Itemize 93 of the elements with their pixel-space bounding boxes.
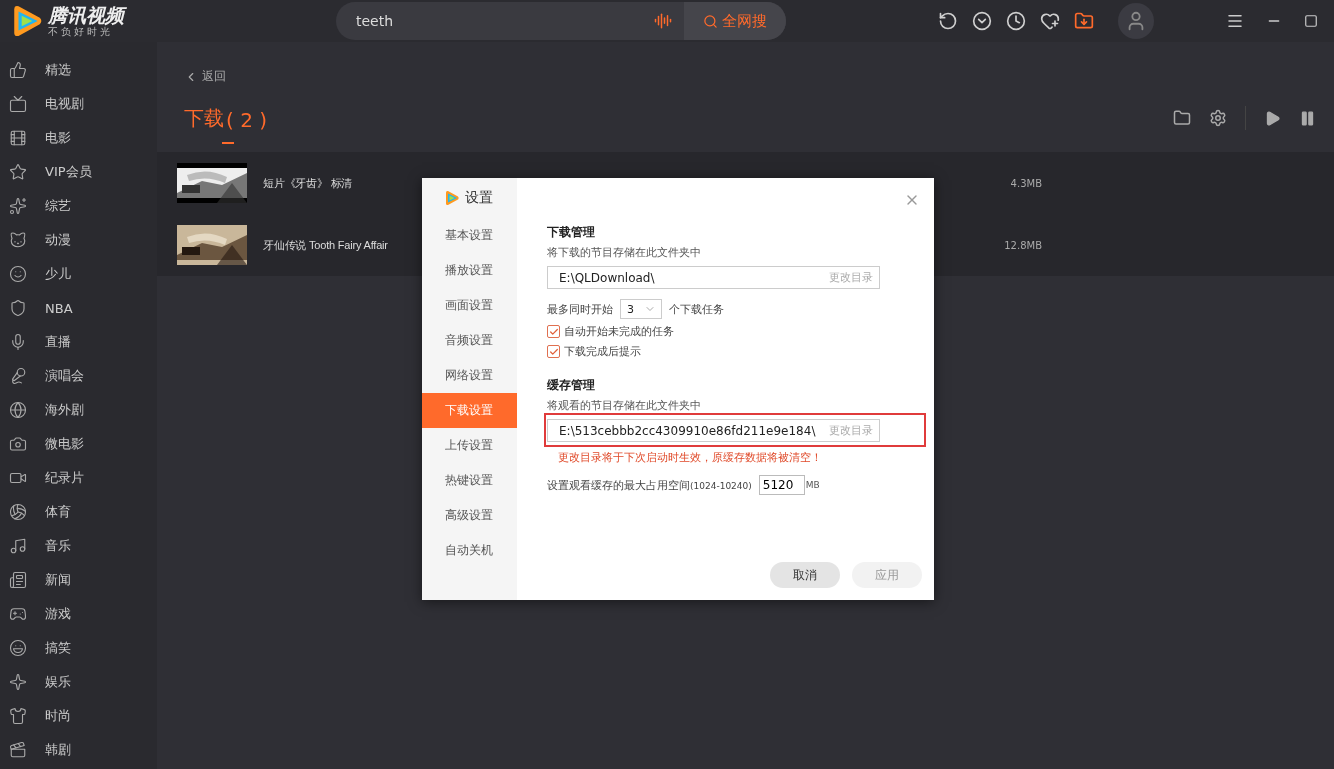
newspaper-icon bbox=[9, 571, 27, 589]
field-label: 设置观看缓存的最大占用空间(1024-10240) bbox=[547, 477, 752, 493]
settings-tab[interactable]: 自动关机 bbox=[422, 533, 517, 568]
thumbs-up-icon bbox=[9, 61, 27, 79]
download-title: 短片《牙齿》 标清 bbox=[263, 175, 353, 191]
sidebar-item[interactable]: 动漫 bbox=[0, 223, 157, 257]
folder-download-icon[interactable] bbox=[1074, 11, 1094, 31]
settings-tab[interactable]: 网络设置 bbox=[422, 358, 517, 393]
sidebar-item[interactable]: 电影 bbox=[0, 121, 157, 155]
download-count: ( 2 ) bbox=[226, 107, 268, 132]
field-label: 最多同时开始 bbox=[547, 301, 613, 317]
chevron-circle-icon[interactable] bbox=[972, 11, 992, 31]
section-heading: 下载管理 bbox=[547, 224, 596, 241]
settings-tab[interactable]: 高级设置 bbox=[422, 498, 517, 533]
unit-label: MB bbox=[805, 480, 820, 490]
section-description: 将观看的节目存储在此文件夹中 bbox=[547, 398, 702, 413]
refresh-icon[interactable] bbox=[938, 11, 958, 31]
avatar[interactable] bbox=[1118, 3, 1154, 39]
gamepad-icon bbox=[9, 605, 27, 623]
path-field[interactable]: E:\513cebbb2cc4309910e86fd211e9e184\ 更改目录 bbox=[547, 419, 880, 442]
music-note-icon bbox=[9, 537, 27, 555]
back-link[interactable]: 返回 bbox=[184, 68, 226, 85]
folder-icon[interactable] bbox=[1173, 109, 1191, 127]
shirt-icon bbox=[9, 707, 27, 725]
sidebar-item[interactable]: 少儿 bbox=[0, 257, 157, 291]
sidebar-item[interactable]: 电视剧 bbox=[0, 87, 157, 121]
file-size: 4.3MB bbox=[1010, 177, 1042, 189]
path-field[interactable]: E:\QLDownload\ 更改目录 bbox=[547, 266, 880, 289]
checkbox[interactable] bbox=[547, 345, 560, 358]
sparkle-icon bbox=[9, 673, 27, 691]
film-icon bbox=[9, 129, 27, 147]
settings-tab[interactable]: 音频设置 bbox=[422, 323, 517, 358]
sound-bars-icon[interactable] bbox=[654, 12, 672, 30]
settings-tab[interactable]: 播放设置 bbox=[422, 253, 517, 288]
cat-face-icon bbox=[9, 231, 27, 249]
maximize-icon[interactable] bbox=[1304, 14, 1318, 28]
star-icon bbox=[9, 163, 27, 181]
laughing-face-icon bbox=[9, 639, 27, 657]
tv-icon bbox=[9, 95, 27, 113]
sidebar-item[interactable]: NBA bbox=[0, 291, 157, 325]
clock-icon[interactable] bbox=[1006, 11, 1026, 31]
sidebar-item[interactable]: 时尚 bbox=[0, 699, 157, 733]
sidebar-item[interactable]: 直播 bbox=[0, 325, 157, 359]
sidebar-item[interactable]: 体育 bbox=[0, 495, 157, 529]
sidebar-item[interactable]: 微电影 bbox=[0, 427, 157, 461]
dialog-title: 设置 bbox=[465, 189, 493, 207]
play-icon[interactable] bbox=[1264, 109, 1281, 127]
sidebar-item[interactable]: 游戏 bbox=[0, 597, 157, 631]
app-slogan: 不负好时光 bbox=[48, 26, 113, 38]
globe-icon bbox=[9, 401, 27, 419]
sidebar-item[interactable]: 演唱会 bbox=[0, 359, 157, 393]
file-size: 12.8MB bbox=[1004, 239, 1042, 251]
section-description: 将下载的节目存储在此文件夹中 bbox=[547, 245, 702, 260]
sidebar-item[interactable]: 音乐 bbox=[0, 529, 157, 563]
checkbox[interactable] bbox=[547, 325, 560, 338]
search-icon bbox=[703, 13, 718, 29]
sidebar-item[interactable]: 纪录片 bbox=[0, 461, 157, 495]
camera-icon bbox=[9, 435, 27, 453]
sidebar-item[interactable]: 搞笑 bbox=[0, 631, 157, 665]
settings-tab[interactable]: 上传设置 bbox=[422, 428, 517, 463]
sidebar-item[interactable]: 新闻 bbox=[0, 563, 157, 597]
sparkles-icon bbox=[9, 197, 27, 215]
dialog-button[interactable]: 取消 bbox=[770, 562, 840, 588]
heart-plus-icon[interactable] bbox=[1040, 11, 1060, 31]
menu-icon[interactable] bbox=[1226, 12, 1244, 30]
logo-icon bbox=[444, 190, 460, 206]
checkbox-option[interactable]: 下载完成后提示 bbox=[547, 344, 934, 359]
settings-icon[interactable] bbox=[1209, 109, 1227, 127]
sidebar-item[interactable]: 综艺 bbox=[0, 189, 157, 223]
page-title: 下载 bbox=[184, 104, 224, 132]
microphone-icon bbox=[9, 367, 27, 385]
smile-icon bbox=[9, 265, 27, 283]
cache-size-field[interactable]: 5120 bbox=[758, 475, 805, 495]
ball-icon bbox=[9, 503, 27, 521]
search-field[interactable]: teeth 全网搜 bbox=[336, 2, 786, 40]
field-label: 个下载任务 bbox=[669, 301, 724, 317]
sidebar-item[interactable]: VIP会员 bbox=[0, 155, 157, 189]
clapperboard-icon bbox=[9, 741, 27, 759]
warning-text: 更改目录将于下次启动时生效，原缓存数据将被清空！ bbox=[558, 450, 823, 465]
sidebar-item[interactable]: 娱乐 bbox=[0, 665, 157, 699]
pause-icon[interactable] bbox=[1299, 109, 1316, 127]
microphone-icon bbox=[9, 333, 27, 351]
download-title: 牙仙传说 Tooth Fairy Affair bbox=[263, 237, 388, 253]
settings-tab[interactable]: 热键设置 bbox=[422, 463, 517, 498]
checkbox-option[interactable]: 自动开始未完成的任务 bbox=[547, 324, 934, 339]
section-heading: 缓存管理 bbox=[547, 377, 596, 394]
settings-tab[interactable]: 画面设置 bbox=[422, 288, 517, 323]
settings-tab[interactable]: 基本设置 bbox=[422, 218, 517, 253]
task-count-select[interactable]: 3 bbox=[620, 299, 662, 319]
sidebar-item[interactable]: 精选 bbox=[0, 53, 157, 87]
sidebar-item[interactable]: 海外剧 bbox=[0, 393, 157, 427]
shield-icon bbox=[9, 299, 27, 317]
sidebar-item[interactable]: 韩剧 bbox=[0, 733, 157, 767]
